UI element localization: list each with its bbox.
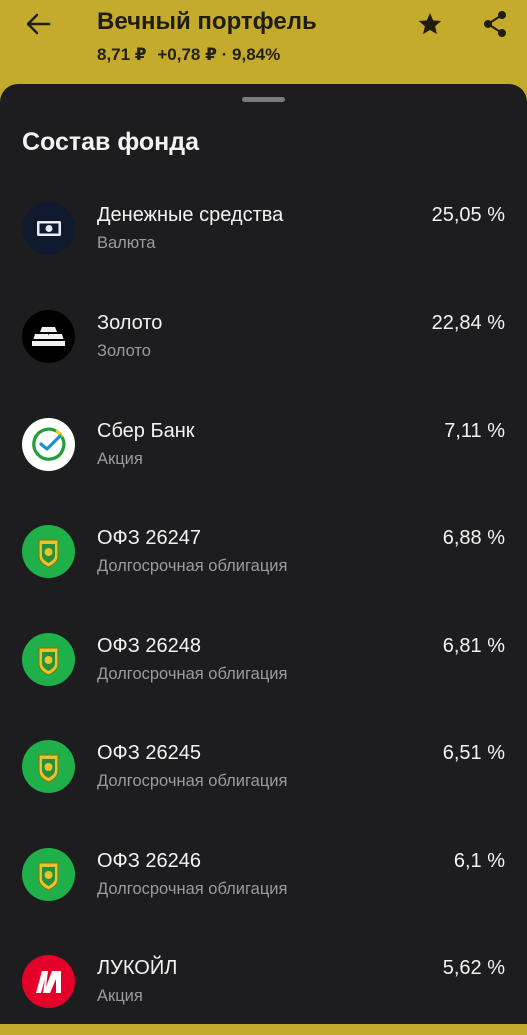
holding-name: ЛУКОЙЛ bbox=[97, 957, 178, 979]
fund-composition-sheet: Состав фонда Денежные средства Валюта 25… bbox=[0, 84, 527, 1024]
holding-name: Сбер Банк bbox=[97, 420, 195, 442]
holding-name: ОФЗ 26245 bbox=[97, 742, 202, 764]
holding-name: Золото bbox=[97, 312, 163, 334]
holding-type: Долгосрочная облигация bbox=[97, 557, 288, 575]
holding-type: Акция bbox=[97, 987, 143, 1005]
holding-name: ОФЗ 26247 bbox=[97, 527, 202, 549]
holding-percent: 25,05 % bbox=[431, 204, 505, 226]
holding-row[interactable]: Золото Золото 22,84 % bbox=[0, 310, 527, 390]
holding-type: Долгосрочная облигация bbox=[97, 880, 288, 898]
sber-logo-icon bbox=[22, 418, 75, 471]
holding-type: Акция bbox=[97, 450, 143, 468]
holding-row[interactable]: ОФЗ 26245 Долгосрочная облигация 6,51 % bbox=[0, 740, 527, 820]
gold-bars-icon bbox=[22, 310, 75, 363]
holding-name: Денежные средства bbox=[97, 204, 284, 226]
share-button[interactable] bbox=[477, 6, 513, 42]
holding-percent: 6,88 % bbox=[442, 527, 505, 549]
holding-percent: 5,62 % bbox=[442, 957, 505, 979]
star-icon bbox=[418, 12, 442, 35]
price-change: +0,78 ₽ · 9,84% bbox=[157, 45, 281, 64]
section-title: Состав фонда bbox=[22, 128, 200, 156]
lukoil-logo-icon bbox=[22, 955, 75, 1008]
page-title: Вечный портфель bbox=[97, 8, 317, 35]
holding-percent: 6,81 % bbox=[442, 635, 505, 657]
sheet-drag-handle[interactable] bbox=[242, 97, 285, 102]
holding-row[interactable]: Денежные средства Валюта 25,05 % bbox=[0, 202, 527, 282]
favorite-button[interactable] bbox=[412, 6, 448, 42]
holding-type: Золото bbox=[97, 342, 151, 360]
minfin-emblem-icon bbox=[22, 525, 75, 578]
holding-percent: 6,51 % bbox=[442, 742, 505, 764]
price-value: 8,71 ₽ bbox=[97, 45, 147, 64]
holding-percent: 6,1 % bbox=[453, 850, 505, 872]
holding-percent: 7,11 % bbox=[444, 420, 505, 442]
holding-row[interactable]: ОФЗ 26247 Долгосрочная облигация 6,88 % bbox=[0, 525, 527, 605]
back-button[interactable] bbox=[18, 6, 58, 42]
holding-type: Долгосрочная облигация bbox=[97, 772, 288, 790]
minfin-emblem-icon bbox=[22, 633, 75, 686]
share-icon bbox=[484, 11, 506, 37]
holding-name: ОФЗ 26248 bbox=[97, 635, 202, 657]
cash-icon bbox=[22, 202, 75, 255]
price-line: 8,71 ₽ +0,78 ₽ · 9,84% bbox=[97, 45, 286, 65]
holding-name: ОФЗ 26246 bbox=[97, 850, 202, 872]
minfin-emblem-icon bbox=[22, 848, 75, 901]
holding-row[interactable]: ОФЗ 26248 Долгосрочная облигация 6,81 % bbox=[0, 633, 527, 713]
minfin-emblem-icon bbox=[22, 740, 75, 793]
holding-row[interactable]: Сбер Банк Акция 7,11 % bbox=[0, 418, 527, 498]
holding-type: Долгосрочная облигация bbox=[97, 665, 288, 683]
top-app-bar: Вечный портфель 8,71 ₽ +0,78 ₽ · 9,84% bbox=[0, 0, 527, 88]
holding-percent: 22,84 % bbox=[431, 312, 505, 334]
holding-row[interactable]: ЛУКОЙЛ Акция 5,62 % bbox=[0, 955, 527, 1035]
arrow-left-icon bbox=[26, 13, 51, 35]
holding-row[interactable]: ОФЗ 26246 Долгосрочная облигация 6,1 % bbox=[0, 848, 527, 928]
holding-type: Валюта bbox=[97, 234, 156, 252]
